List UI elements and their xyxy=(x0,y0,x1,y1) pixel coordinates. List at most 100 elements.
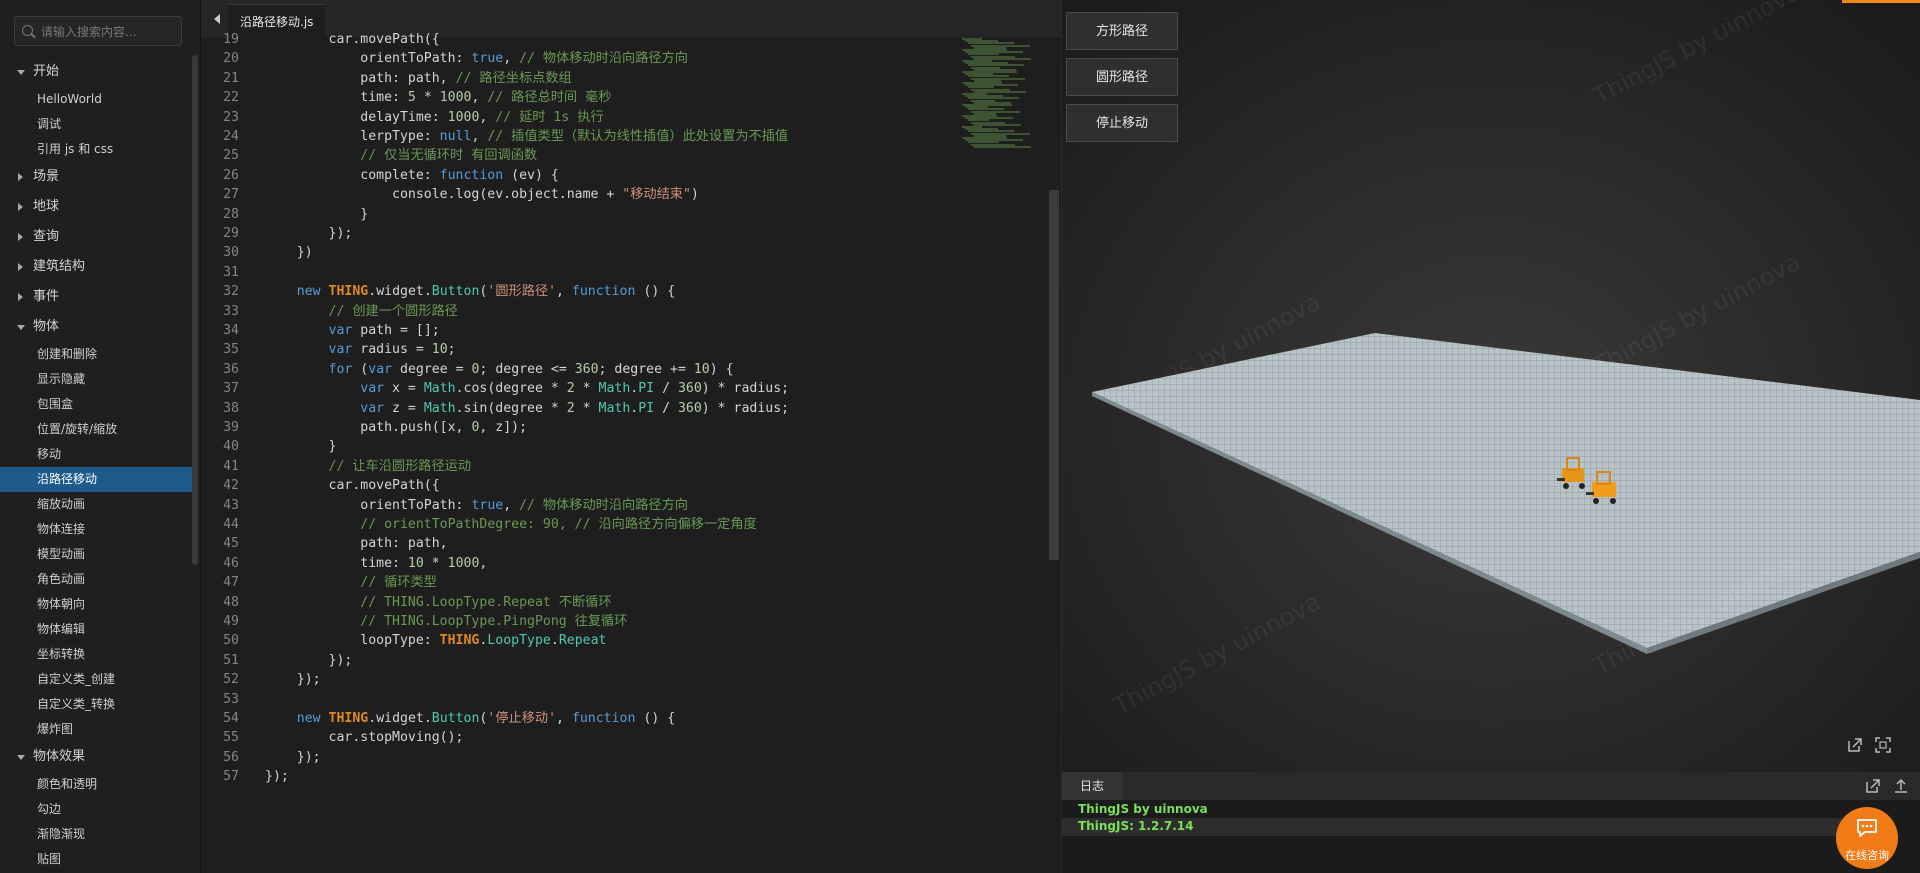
line-number: 39 xyxy=(223,420,239,435)
log-line: ThingJS: 1.2.7.14 xyxy=(1078,819,1194,833)
line-number: 53 xyxy=(223,691,239,707)
export-icon[interactable] xyxy=(1890,775,1912,797)
nav-group-label: 查询 xyxy=(33,229,60,244)
minimap[interactable] xyxy=(958,38,1048,158)
nav-item[interactable]: 移动 xyxy=(0,442,192,467)
nav-item[interactable]: 颜色和透明 xyxy=(0,772,192,797)
scene-preview[interactable]: ThingJS by uinnova ThingJS by uinnova Thin… xyxy=(1062,0,1920,772)
search-input[interactable] xyxy=(39,21,181,43)
nav-item[interactable]: 勾边 xyxy=(0,797,192,822)
code-text: complete: function (ev) { xyxy=(265,167,559,183)
nav-group[interactable]: 开始 xyxy=(0,57,192,87)
code-line: 36 for (var degree = 0; degree <= 360; d… xyxy=(201,360,733,379)
collapse-sidebar-icon[interactable] xyxy=(209,10,227,28)
line-number: 38 xyxy=(223,400,239,416)
nav-group[interactable]: 地球 xyxy=(0,192,192,222)
editor-scrollbar[interactable] xyxy=(1049,190,1059,560)
code-line: 41 // 让车沿圆形路径运动 xyxy=(201,457,471,476)
code-line: 50 loopType: THING.LoopType.Repeat xyxy=(201,631,606,650)
popout-icon[interactable] xyxy=(1862,775,1884,797)
code-text: // 让车沿圆形路径运动 xyxy=(328,458,472,474)
scene-button[interactable]: 圆形路径 xyxy=(1066,58,1178,96)
code-text: path: path, xyxy=(265,536,448,552)
caret-down-icon xyxy=(17,325,25,330)
scene-button[interactable]: 停止移动 xyxy=(1066,104,1178,142)
code-area[interactable]: 19 car.movePath({20 orientToPath: true, … xyxy=(201,32,961,873)
code-line: 53 xyxy=(201,690,239,709)
code-text: // 创建一个圆形路径 xyxy=(328,303,458,319)
nav-item[interactable]: 角色动画 xyxy=(0,567,192,592)
nav-item[interactable]: 坐标转换 xyxy=(0,642,192,667)
fullscreen-icon[interactable] xyxy=(1872,734,1894,756)
line-number: 25 xyxy=(223,148,239,164)
line-number: 34 xyxy=(223,323,239,338)
code-line: 22 time: 5 * 1000, // 路径总时间 毫秒 xyxy=(201,88,611,107)
nav-item[interactable]: 显示隐藏 xyxy=(0,367,192,392)
line-number: 43 xyxy=(223,497,239,513)
code-text: } xyxy=(265,439,337,455)
line-number: 42 xyxy=(223,478,239,494)
line-number: 24 xyxy=(223,129,239,144)
nav-item[interactable]: 模型动画 xyxy=(0,542,192,567)
nav-item[interactable]: 物体连接 xyxy=(0,517,192,542)
code-text: for (var degree = 0; degree <= 360; degr… xyxy=(328,361,734,377)
code-line: 48 // THING.LoopType.Repeat 不断循环 xyxy=(201,593,611,612)
search-box[interactable] xyxy=(14,16,182,46)
line-number: 27 xyxy=(223,187,239,203)
nav-group[interactable]: 物体效果 xyxy=(0,742,192,772)
code-line: 42 car.movePath({ xyxy=(201,476,440,495)
nav-item[interactable]: 渐隐渐现 xyxy=(0,822,192,847)
nav-item[interactable]: 包围盒 xyxy=(0,392,192,417)
nav-item[interactable]: 自定义类_转换 xyxy=(0,692,192,717)
line-number: 46 xyxy=(223,555,239,571)
line-number: 33 xyxy=(223,303,239,319)
nav-item[interactable]: HelloWorld xyxy=(0,87,192,112)
nav-item[interactable]: 沿路径移动 xyxy=(0,467,192,492)
code-text: lerpType: null, // 插值类型（默认为线性插值）此处设置为不插值 xyxy=(265,129,789,144)
code-line: 21 path: path, // 路径坐标点数组 xyxy=(201,69,572,88)
sidebar-scrollbar[interactable] xyxy=(192,55,198,565)
online-chat-button[interactable]: 在线咨询 xyxy=(1836,807,1898,869)
line-number: 47 xyxy=(223,575,239,591)
code-text: car.movePath({ xyxy=(265,478,440,494)
code-line: 45 path: path, xyxy=(201,534,448,553)
nav-group[interactable]: 物体 xyxy=(0,312,192,342)
nav-item[interactable]: 位置/旋转/缩放 xyxy=(0,417,192,442)
line-number: 23 xyxy=(223,109,239,125)
nav-item[interactable]: 爆炸图 xyxy=(0,717,192,742)
code-line: 28 } xyxy=(201,205,368,224)
nav-item[interactable]: 物体编辑 xyxy=(0,617,192,642)
code-line: 35 var radius = 10; xyxy=(201,340,456,359)
nav-item[interactable]: 物体朝向 xyxy=(0,592,192,617)
nav-group[interactable]: 建筑结构 xyxy=(0,252,192,282)
code-text: var radius = 10; xyxy=(328,342,456,358)
scene-button[interactable]: 方形路径 xyxy=(1066,12,1178,50)
nav-item[interactable]: 调试 xyxy=(0,112,192,137)
nav-group-label: 场景 xyxy=(33,169,60,184)
line-number: 41 xyxy=(223,458,239,474)
nav-item[interactable]: 引用 js 和 css xyxy=(0,137,192,162)
code-text: // THING.LoopType.PingPong 往复循环 xyxy=(360,614,628,629)
line-number: 45 xyxy=(223,536,239,552)
nav-item[interactable]: 创建和删除 xyxy=(0,342,192,367)
code-text: delayTime: 1000, // 延时 1s 执行 xyxy=(265,109,604,125)
code-line: 54 new THING.widget.Button('停止移动', funct… xyxy=(201,709,675,728)
line-number: 48 xyxy=(223,594,239,610)
nav-item[interactable]: 缩放动画 xyxy=(0,492,192,517)
code-line: 51 }); xyxy=(201,651,352,670)
code-text: // 循环类型 xyxy=(360,575,437,591)
nav-group[interactable]: 事件 xyxy=(0,282,192,312)
nav-group[interactable]: 查询 xyxy=(0,222,192,252)
nav-item[interactable]: 自定义类_创建 xyxy=(0,667,192,692)
code-line: 49 // THING.LoopType.PingPong 往复循环 xyxy=(201,612,627,631)
line-number: 19 xyxy=(223,32,239,47)
code-text: } xyxy=(265,206,369,222)
line-number: 21 xyxy=(223,70,239,86)
tab-log[interactable]: 日志 xyxy=(1062,772,1122,800)
nav-group[interactable]: 场景 xyxy=(0,162,192,192)
nav-item[interactable]: 贴图 xyxy=(0,847,192,872)
open-external-icon[interactable] xyxy=(1844,734,1866,756)
code-line: 26 complete: function (ev) { xyxy=(201,166,559,185)
nav-tree: 开始 HelloWorld 调试 引用 js 和 css 场景地球查询建筑结构事件物体创… xyxy=(0,57,192,872)
nav-group-label: 事件 xyxy=(33,289,60,304)
